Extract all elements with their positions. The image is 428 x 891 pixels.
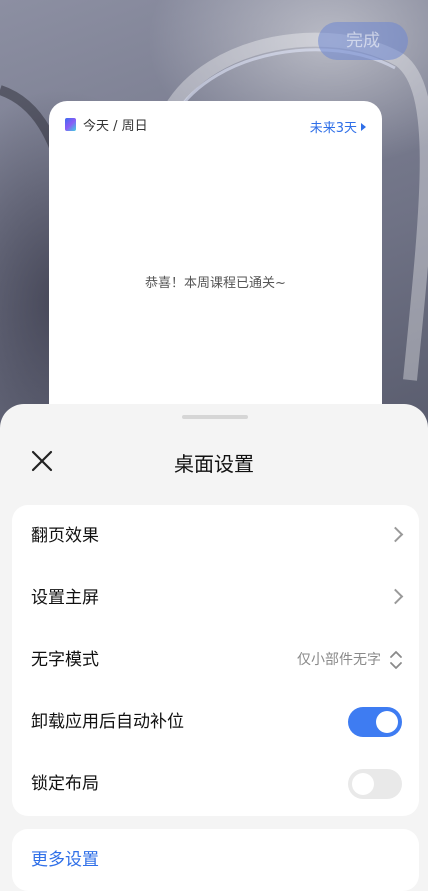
more-settings-card[interactable]: 更多设置 [12,829,419,891]
done-button[interactable]: 完成 [318,22,408,60]
row-label: 锁定布局 [31,774,99,794]
chevron-right-icon [387,526,404,543]
drag-handle[interactable] [182,415,248,419]
toggle-knob [376,711,398,733]
sheet-title: 桌面设置 [174,452,254,476]
next-3-days-label: 未来3天 [309,121,357,136]
row-auto-fill-after-uninstall: 卸载应用后自动补位 [12,691,419,753]
play-triangle-icon [361,122,366,131]
row-label: 设置主屏 [31,588,99,608]
lock-layout-toggle[interactable] [348,769,402,799]
toggle-knob [352,773,374,795]
row-page-effect[interactable]: 翻页效果 [12,505,419,567]
next-3-days-link[interactable]: 未来3天 [310,117,366,136]
widget-header: 今天 / 周日 [65,115,148,134]
row-lock-layout: 锁定布局 [12,753,419,815]
auto-fill-toggle[interactable] [348,707,402,737]
row-label: 卸载应用后自动补位 [31,712,184,732]
settings-card: 翻页效果 设置主屏 无字模式 仅小部件无字 卸载应用后自动补位 锁定布局 [12,505,419,816]
desktop-settings-sheet: 桌面设置 翻页效果 设置主屏 无字模式 仅小部件无字 卸载应用后自动补位 锁定布… [0,404,428,891]
row-no-label-mode[interactable]: 无字模式 仅小部件无字 [12,629,419,691]
more-settings-link[interactable]: 更多设置 [31,829,99,891]
chevron-up-down-icon [390,651,402,669]
chevron-right-icon [387,588,404,605]
no-label-mode-value: 仅小部件无字 [297,652,381,668]
widget-date: 今天 / 周日 [83,119,148,134]
row-label: 无字模式 [31,650,99,670]
app-logo-icon [65,118,76,131]
widget-message: 恭喜！本周课程已通关~ [145,276,286,291]
course-widget[interactable]: 今天 / 周日 未来3天 恭喜！本周课程已通关~ [49,101,382,431]
row-label: 翻页效果 [31,526,99,546]
row-set-home-screen[interactable]: 设置主屏 [12,567,419,629]
